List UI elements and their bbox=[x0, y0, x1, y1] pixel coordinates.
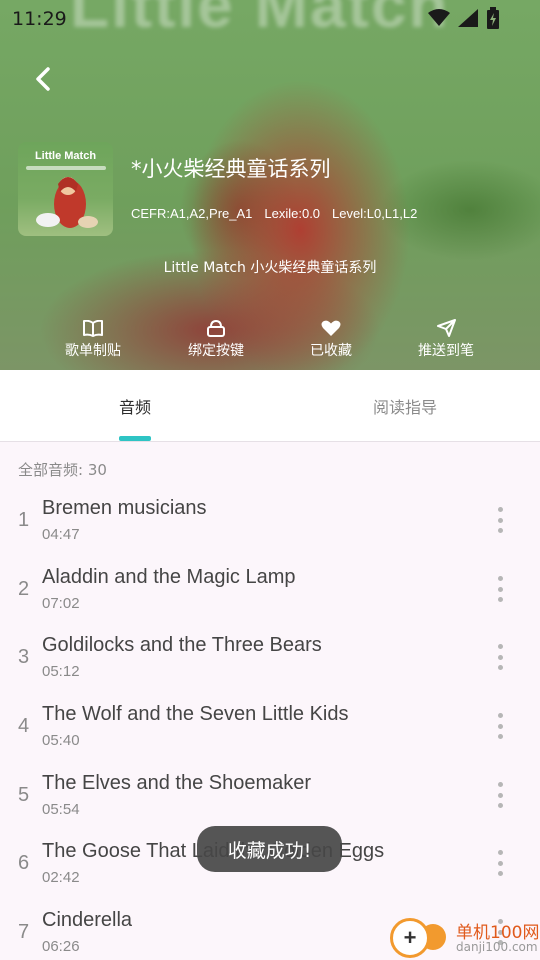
track-duration: 05:54 bbox=[42, 801, 80, 818]
album-cover: Little Match bbox=[18, 142, 113, 236]
track-number: 2 bbox=[18, 578, 30, 600]
watermark-url: danji100.com bbox=[456, 940, 538, 954]
tab-bar: 音频 阅读指导 bbox=[0, 370, 540, 442]
push-to-pen-label: 推送到笔 bbox=[418, 343, 474, 359]
track-title: Bremen musicians bbox=[42, 497, 207, 519]
track-duration: 05:12 bbox=[42, 663, 80, 680]
cefr-level: CEFR:A1,A2,Pre_A1 bbox=[131, 206, 253, 221]
track-title: The Elves and the Shoemaker bbox=[42, 772, 312, 794]
playlist-sticker-label: 歌单制贴 bbox=[65, 343, 121, 359]
status-time: 11:29 bbox=[12, 8, 67, 30]
audio-count: 全部音频: 30 bbox=[18, 461, 107, 479]
playlist-sticker-button[interactable]: 歌单制贴 bbox=[48, 318, 138, 360]
list-item[interactable]: 1 Bremen musicians 04:47 bbox=[0, 485, 540, 553]
more-options-icon[interactable] bbox=[486, 713, 514, 739]
favorited-button[interactable]: 已收藏 bbox=[286, 318, 376, 360]
track-duration: 02:42 bbox=[42, 869, 80, 886]
track-duration: 07:02 bbox=[42, 595, 80, 612]
toast-message: 收藏成功! bbox=[197, 826, 342, 872]
album-title: *小火柴经典童话系列 bbox=[131, 157, 331, 181]
wifi-icon bbox=[428, 9, 450, 26]
track-title: Aladdin and the Magic Lamp bbox=[42, 566, 296, 588]
track-number: 5 bbox=[18, 784, 30, 806]
site-watermark: + 单机100网 danji100.com bbox=[390, 916, 540, 960]
lexile-level: Lexile:0.0 bbox=[264, 206, 321, 221]
status-icons bbox=[428, 7, 500, 29]
tab-audio[interactable]: 音频 bbox=[0, 370, 270, 442]
track-duration: 04:47 bbox=[42, 526, 80, 543]
track-number: 4 bbox=[18, 715, 30, 737]
favorited-label: 已收藏 bbox=[310, 343, 352, 359]
more-options-icon[interactable] bbox=[486, 507, 514, 533]
status-bar: 11:29 bbox=[0, 0, 540, 36]
list-item[interactable]: 2 Aladdin and the Magic Lamp 07:02 bbox=[0, 554, 540, 622]
album-subtitle: Little Match 小火柴经典童话系列 bbox=[163, 260, 377, 276]
track-title: The Wolf and the Seven Little Kids bbox=[42, 703, 349, 725]
back-button[interactable] bbox=[26, 62, 60, 96]
bind-button-button[interactable]: 绑定按键 bbox=[171, 318, 261, 360]
list-item[interactable]: 4 The Wolf and the Seven Little Kids 05:… bbox=[0, 691, 540, 759]
album-header: Little Match 11:29 Little Match *小火柴经典童话… bbox=[0, 0, 540, 370]
track-title: Cinderella bbox=[42, 909, 133, 931]
track-number: 3 bbox=[18, 646, 30, 668]
level-info: CEFR:A1,A2,Pre_A1 Lexile:0.0 Level:L0,L1… bbox=[131, 206, 417, 221]
tab-reading-guide[interactable]: 阅读指导 bbox=[270, 370, 540, 442]
signal-icon bbox=[458, 9, 478, 27]
track-duration: 05:40 bbox=[42, 732, 80, 749]
heart-icon bbox=[321, 320, 341, 336]
more-options-icon[interactable] bbox=[486, 782, 514, 808]
cover-illustration bbox=[36, 177, 98, 228]
reading-level: Level:L0,L1,L2 bbox=[332, 206, 418, 221]
list-item[interactable]: 3 Goldilocks and the Three Bears 05:12 bbox=[0, 622, 540, 690]
track-number: 1 bbox=[18, 509, 30, 531]
more-options-icon[interactable] bbox=[486, 850, 514, 876]
bind-button-label: 绑定按键 bbox=[188, 343, 244, 359]
tab-indicator bbox=[119, 436, 151, 441]
button-icon bbox=[207, 319, 225, 337]
back-arrow-icon bbox=[36, 67, 50, 91]
book-open-icon bbox=[83, 319, 103, 337]
list-item[interactable]: 5 The Elves and the Shoemaker 05:54 bbox=[0, 760, 540, 828]
more-options-icon[interactable] bbox=[486, 644, 514, 670]
track-number: 6 bbox=[18, 852, 30, 874]
battery-charging-icon bbox=[487, 7, 499, 29]
track-duration: 06:26 bbox=[42, 938, 80, 955]
track-title: Goldilocks and the Three Bears bbox=[42, 634, 322, 656]
send-icon bbox=[436, 319, 456, 337]
audio-list: 全部音频: 30 1 Bremen musicians 04:47 2 Alad… bbox=[0, 442, 540, 960]
track-number: 7 bbox=[18, 921, 30, 943]
action-bar: 歌单制贴 绑定按键 已收藏 推送到笔 bbox=[0, 318, 540, 362]
more-options-icon[interactable] bbox=[486, 576, 514, 602]
watermark-logo-icon: + bbox=[390, 918, 430, 958]
push-to-pen-button[interactable]: 推送到笔 bbox=[401, 318, 491, 360]
